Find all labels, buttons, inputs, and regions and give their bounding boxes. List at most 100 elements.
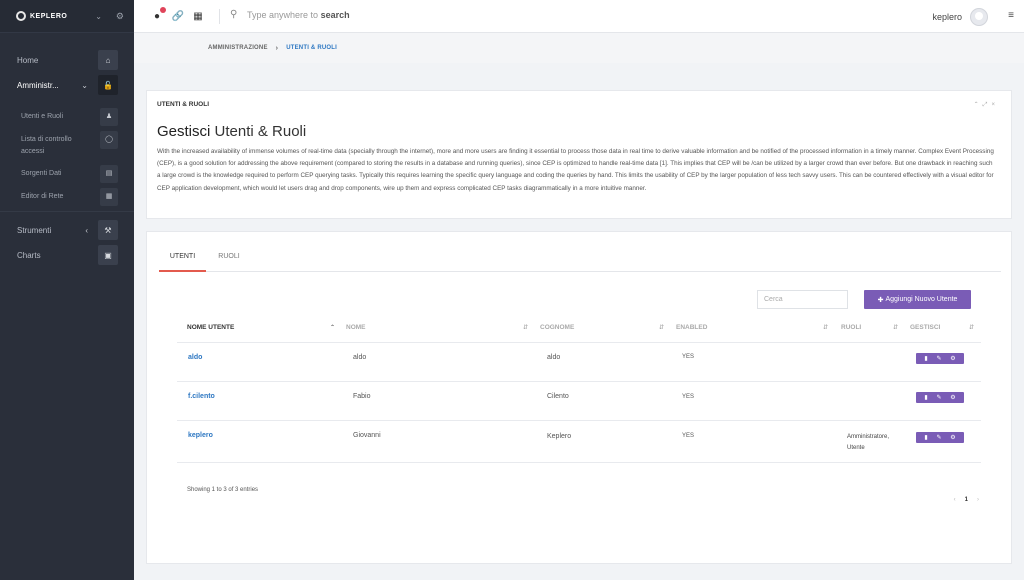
cell-nome: Giovanni [353,432,381,439]
sidebar-subitem-acl[interactable]: Lista di controllo accessi ◯ [0,131,134,158]
notification-badge [160,7,166,13]
sort-icon[interactable]: ⇵ [823,324,828,331]
topbar: ● 🔗 ▦ ⚲ Type anywhere to search keplero … [134,0,1024,33]
database-icon: ▤ [100,165,118,183]
users-panel: UTENTI RUOLI Cerca ✚ Aggiungi Nuovo Utent… [146,231,1012,564]
edit-icon[interactable]: ✎ [936,394,941,401]
sidebar-item-home[interactable]: Home ⌂ [0,50,134,70]
breadcrumb-parent[interactable]: AMMINISTRAZIONE [208,45,268,51]
sort-asc-icon[interactable]: ⌃ [330,324,335,331]
link-icon[interactable]: 🔗 [171,9,185,23]
settings-icon[interactable]: ⚙ [950,434,955,441]
sitemap-icon: ▦ [100,188,118,206]
cell-enabled: YES [682,354,695,360]
edit-icon[interactable]: ✎ [936,434,941,441]
search-field[interactable]: Cerca [757,290,848,309]
next-page-icon[interactable]: › [977,497,979,503]
sidebar-subitem-utenti-ruoli[interactable]: Utenti e Ruoli ♟ [0,108,134,126]
sidebar-subitem-label: Utenti e Ruoli [21,113,64,120]
username-link[interactable]: f.cilento [188,393,215,400]
grid-icon[interactable]: ▦ [191,9,205,23]
page-description: With the increased availability of immen… [157,148,994,192]
sort-icon[interactable]: ⇵ [893,324,898,331]
table-divider [177,381,981,382]
settings-icon[interactable]: ⚙ [950,355,955,362]
row-actions: ▮ ✎ ⚙ [916,392,964,403]
username-link[interactable]: aldo [188,354,202,361]
gear-icon[interactable]: ⚙ [116,11,124,22]
panel-tools: ⌃⤢× [974,101,999,109]
sidebar-divider [0,211,134,212]
search-input[interactable]: Type anywhere to search [247,10,350,20]
settings-icon[interactable]: ⚙ [950,394,955,401]
column-header-nome[interactable]: NOME [346,324,366,331]
chevron-down-icon[interactable]: ⌄ [95,12,102,21]
cell-cognome: Cilento [547,393,569,400]
users-icon: ♟ [100,108,118,126]
tab-utenti[interactable]: UTENTI [159,250,206,272]
cell-nome: aldo [353,354,367,361]
cell-cognome: aldo [547,354,561,361]
keplero-logo-icon [16,11,26,21]
table-info: Showing 1 to 3 of 3 entries [187,487,259,493]
page-title-strong: Gestisci [157,123,211,140]
delete-icon[interactable]: ▮ [924,355,927,362]
sidebar-item-label: Strumenti [17,225,52,235]
topbar-divider [219,9,220,24]
delete-icon[interactable]: ▮ [924,434,927,441]
notifications-icon[interactable]: ● [150,7,166,23]
prev-page-icon[interactable]: ‹ [954,497,956,503]
menu-icon[interactable]: ≡ [1008,10,1014,21]
cell-ruoli-line1: Amministratore, [847,434,890,440]
sort-icon[interactable]: ⇵ [523,324,528,331]
chevron-down-icon: ⌄ [81,80,88,90]
column-header-gestisci: GESTISCI [910,324,941,331]
delete-icon[interactable]: ▮ [924,394,927,401]
table-divider [177,420,981,421]
cell-ruoli-line2: Utente [847,445,865,451]
sidebar: KEPLERO ⌄ ⚙ Home ⌂ Amministr... ⌄ 🔓 Uten… [0,0,134,580]
chevron-left-icon: ‹ [85,225,88,235]
sidebar-item-charts[interactable]: Charts ▣ [0,245,134,265]
row-actions: ▮ ✎ ⚙ [916,353,964,364]
sidebar-subitem-label: Lista di controllo accessi [21,136,72,155]
user-name[interactable]: keplero [932,12,962,22]
page-number[interactable]: 1 [965,497,968,503]
tab-ruoli[interactable]: RUOLI [214,250,244,272]
panel-header: UTENTI & RUOLI [157,101,209,108]
column-header-ruoli[interactable]: RUOLI [841,324,861,331]
sidebar-subitem-sorgenti-dati[interactable]: Sorgenti Dati ▤ [0,165,134,183]
cell-enabled: YES [682,394,695,400]
shield-icon: ◯ [100,131,118,149]
add-user-label: Aggiungi Nuovo Utente [885,296,958,303]
wrench-icon: ⚒ [98,220,118,240]
add-user-button[interactable]: ✚ Aggiungi Nuovo Utente [864,290,971,309]
sidebar-subitem-label: Editor di Rete [21,193,64,200]
sidebar-subitem-label: Sorgenti Dati [21,170,62,177]
sort-icon[interactable]: ⇵ [659,324,664,331]
cell-cognome: Keplero [547,433,572,440]
column-header-cognome[interactable]: COGNOME [540,324,574,331]
sidebar-subitem-editor-rete[interactable]: Editor di Rete ▦ [0,188,134,206]
edit-icon[interactable]: ✎ [936,355,941,362]
sort-icon[interactable]: ⇵ [969,324,974,331]
cell-enabled: YES [682,433,695,439]
table-divider [177,342,981,343]
search-hint: Type anywhere to [247,10,319,20]
sidebar-item-amministrazione[interactable]: Amministr... ⌄ 🔓 [0,75,134,95]
close-icon[interactable]: × [991,102,999,108]
column-header-enabled[interactable]: ENABLED [676,324,707,331]
avatar[interactable] [970,8,988,26]
column-header-username[interactable]: NOME UTENTE [187,324,234,331]
collapse-icon[interactable]: ⌃ [974,102,983,108]
table-divider [177,462,981,463]
search-icon: ⚲ [230,9,238,20]
image-icon: ▣ [98,245,118,265]
tabs: UTENTI RUOLI [159,250,1001,272]
row-actions: ▮ ✎ ⚙ [916,432,964,443]
username-link[interactable]: keplero [188,432,213,439]
sidebar-item-strumenti[interactable]: Strumenti ‹ ⚒ [0,220,134,240]
lock-icon: 🔓 [98,75,118,95]
page-title-rest: Utenti & Ruoli [214,123,307,140]
cell-nome: Fabio [353,393,371,400]
